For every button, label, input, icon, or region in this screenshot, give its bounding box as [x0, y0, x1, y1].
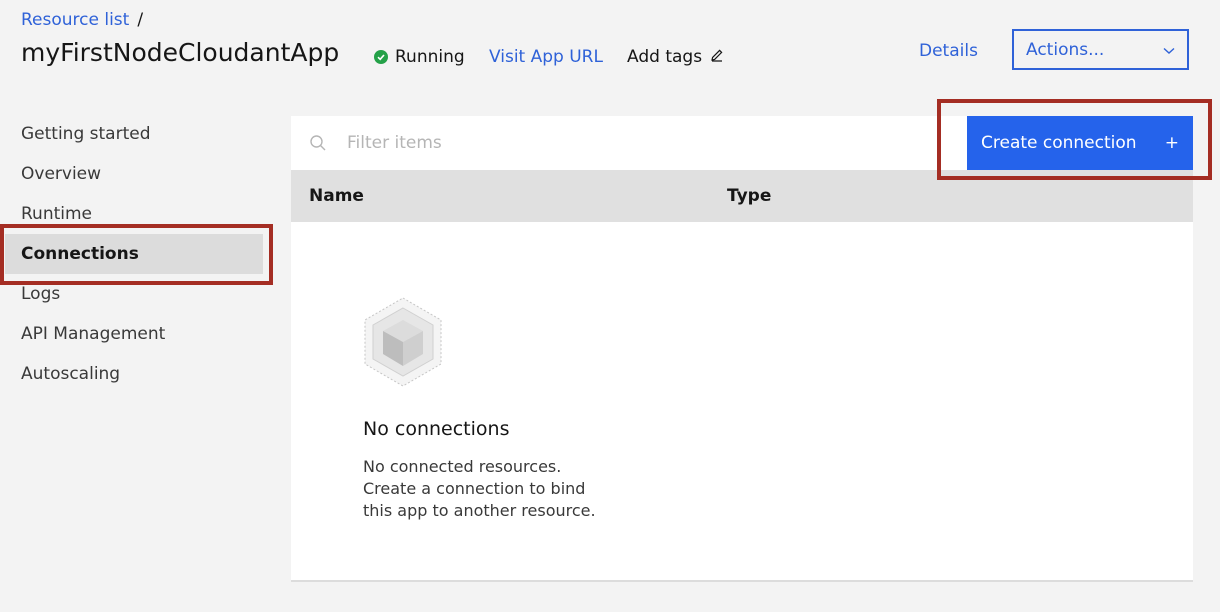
actions-dropdown[interactable]: Actions... — [1012, 29, 1189, 70]
create-connection-highlight-box — [937, 99, 1212, 180]
search-icon — [291, 134, 345, 152]
status-indicator: Running — [374, 47, 465, 67]
sidebar-item-overview[interactable]: Overview — [0, 154, 275, 194]
page-title: myFirstNodeCloudantApp — [21, 38, 340, 67]
add-tags-label: Add tags — [627, 47, 703, 67]
filter-bar — [291, 116, 967, 170]
empty-state: No connections No connected resources. C… — [363, 296, 683, 522]
sidebar-item-api-management[interactable]: API Management — [0, 314, 275, 354]
sidebar-item-autoscaling[interactable]: Autoscaling — [0, 354, 275, 394]
column-header-name[interactable]: Name — [309, 186, 364, 206]
breadcrumb-resource-list-link[interactable]: Resource list — [21, 10, 129, 30]
chevron-down-icon — [1163, 40, 1175, 60]
filter-items-input[interactable] — [345, 132, 849, 154]
add-tags-button[interactable]: Add tags — [627, 47, 724, 67]
visit-app-url-link[interactable]: Visit App URL — [489, 47, 603, 67]
empty-state-description: No connected resources. Create a connect… — [363, 457, 596, 520]
cube-hexagon-icon — [363, 297, 443, 392]
empty-state-title: No connections — [363, 418, 510, 440]
details-link[interactable]: Details — [919, 41, 978, 61]
sidebar-item-getting-started[interactable]: Getting started — [0, 114, 275, 154]
status-label: Running — [395, 47, 465, 67]
actions-label: Actions... — [1026, 39, 1105, 60]
check-circle-icon — [374, 50, 388, 64]
breadcrumb-separator: / — [137, 10, 144, 30]
connections-highlight-box — [0, 224, 273, 285]
breadcrumb: Resource list / — [21, 10, 143, 30]
column-header-type[interactable]: Type — [727, 186, 771, 206]
edit-pencil-icon — [710, 47, 724, 67]
connections-panel: Create connection + Name Type No connect… — [291, 116, 1193, 582]
